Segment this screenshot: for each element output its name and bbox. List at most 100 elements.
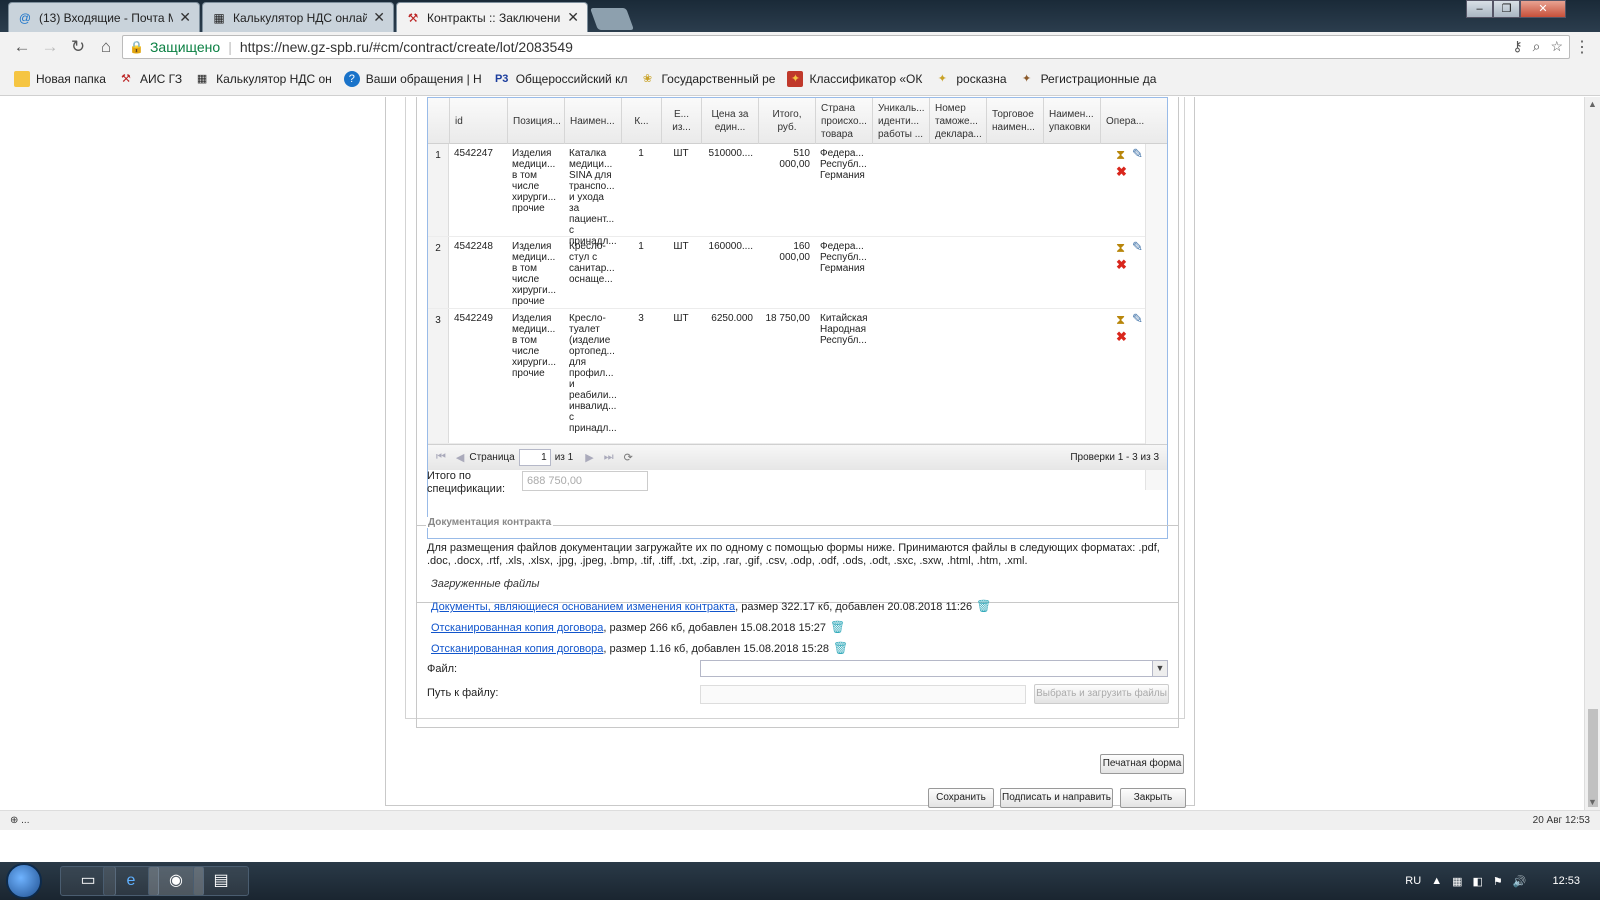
reload-icon[interactable]: ↻ [64, 37, 92, 57]
cell-country: Китайская Народная Республ... [820, 313, 868, 346]
file-path-input[interactable] [700, 685, 1026, 704]
forward-icon[interactable]: → [36, 37, 64, 57]
file-link[interactable]: Отсканированная копия договора [431, 622, 603, 634]
column-header[interactable]: Опера... [1100, 98, 1145, 144]
star-icon[interactable]: ☆ [1550, 38, 1563, 55]
language-indicator[interactable]: RU [1405, 875, 1421, 887]
column-header[interactable]: Наимен... [564, 98, 621, 144]
scroll-up-icon[interactable]: ▲ [1588, 99, 1597, 109]
file-type-select[interactable]: ▼ [700, 660, 1168, 677]
folders-icon[interactable]: ▤ [193, 866, 249, 896]
tray-arrow-icon[interactable]: ▲ [1431, 875, 1442, 887]
edit-pencil-icon[interactable]: ✎ [1132, 240, 1143, 254]
first-page-icon[interactable]: ⏮ [436, 451, 446, 464]
separator: | [228, 39, 232, 55]
zoom-icon[interactable]: ⌕ [1533, 38, 1541, 55]
row-operations: ⧗ ✎ ✖ [1116, 147, 1146, 188]
tab-contracts[interactable]: ⚒ Контракты :: Заключени ✕ [396, 2, 588, 32]
tab-mail[interactable]: @ (13) Входящие - Почта M ✕ [8, 2, 200, 32]
address-bar: ← → ↻ ⌂ 🔒 Защищено | https://new.gz-spb.… [0, 32, 1600, 62]
bookmarks-bar: Новая папка ⚒ АИС ГЗ ▦ Калькулятор НДС он … [0, 62, 1600, 96]
bookmark-item[interactable]: ▦ Калькулятор НДС он [194, 71, 332, 87]
column-header[interactable]: Страна происхо... товара [815, 98, 872, 144]
flag-icon[interactable]: ⚑ [1493, 875, 1503, 888]
delete-icon[interactable]: ✖ [1116, 258, 1127, 272]
page-number-input[interactable]: 1 [518, 449, 551, 466]
bookmark-item[interactable]: ❀ Государственный ре [639, 71, 776, 87]
table-row[interactable]: 4542248 Изделия медици... в том числе хи… [428, 237, 1145, 309]
edit-pencil-icon[interactable]: ✎ [1132, 312, 1143, 326]
last-page-icon[interactable]: ⏭ [604, 451, 614, 464]
spool-icon[interactable]: ⧗ [1116, 241, 1125, 255]
url-input[interactable]: 🔒 Защищено | https://new.gz-spb.ru/#cm/c… [122, 35, 1570, 59]
grid-header: id Позиция... Наимен... К... Е... из... … [428, 98, 1167, 144]
close-tab-icon[interactable]: ✕ [373, 9, 385, 26]
next-page-icon[interactable]: ▶ [585, 451, 593, 464]
prev-page-icon[interactable]: ◀ [456, 451, 464, 464]
delete-icon[interactable]: ✖ [1116, 330, 1127, 344]
spool-icon[interactable]: ⧗ [1116, 313, 1125, 327]
cell-country: Федера... Республ... Германия [820, 148, 867, 181]
bookmark-item[interactable]: Новая папка [14, 70, 106, 87]
minimize-icon[interactable]: – [1466, 0, 1493, 18]
cell-total: 510 000,00 [779, 148, 810, 170]
page-scrollbar[interactable]: ▲ ▼ [1584, 97, 1600, 810]
scrollbar-thumb[interactable] [1588, 709, 1598, 807]
grid-scrollbar[interactable] [1145, 144, 1167, 490]
close-tab-icon[interactable]: ✕ [567, 9, 579, 26]
trash-icon[interactable]: 🗑 [976, 599, 991, 613]
spool-icon[interactable]: ⧗ [1116, 148, 1125, 162]
trash-icon[interactable]: 🗑 [830, 620, 845, 634]
registry-icon: ❀ [642, 73, 653, 85]
column-header[interactable]: Итого, руб. [758, 98, 815, 144]
start-button[interactable] [6, 863, 42, 899]
maximize-icon[interactable]: ❐ [1493, 0, 1520, 18]
clock[interactable]: 12:53 [1552, 875, 1580, 887]
new-tab-button[interactable] [589, 8, 635, 30]
column-header[interactable]: id [449, 98, 507, 144]
column-header[interactable]: Уникаль... иденти... работы ... [872, 98, 929, 144]
upload-files-button[interactable]: Выбрать и загрузить файлы [1034, 684, 1169, 704]
bookmark-item[interactable]: ✦ Регистрационные да [1019, 71, 1157, 87]
column-header[interactable]: Номер таможе... деклара... [929, 98, 986, 144]
home-icon[interactable]: ⌂ [92, 37, 120, 57]
bookmark-item[interactable]: ⚒ АИС ГЗ [118, 71, 182, 87]
menu-icon[interactable]: ⋮ [1574, 37, 1590, 57]
network-icon[interactable]: ▦ [1452, 875, 1462, 888]
key-icon[interactable]: ⚷ [1512, 38, 1522, 55]
trash-icon[interactable]: 🗑 [833, 641, 848, 655]
app-tray-icon[interactable]: ◧ [1472, 875, 1482, 888]
close-button[interactable]: Закрыть [1120, 788, 1186, 808]
edit-pencil-icon[interactable]: ✎ [1132, 147, 1143, 161]
save-button[interactable]: Сохранить [928, 788, 994, 808]
table-row[interactable]: 4542247 Изделия медици... в том числе хи… [428, 144, 1146, 247]
cell-name: Каталка медици... SINA для транспо... и … [569, 148, 617, 247]
uploaded-file-item: Документы, являющиеся основанием изменен… [431, 599, 991, 613]
close-window-icon[interactable]: ✕ [1520, 0, 1566, 18]
back-icon[interactable]: ← [8, 37, 36, 57]
bookmark-item[interactable]: ✦ росказна [934, 71, 1007, 87]
column-header[interactable]: К... [621, 98, 661, 144]
table-row[interactable]: 4542249 Изделия медици... в том числе хи… [428, 309, 1145, 444]
column-header[interactable]: Наимен... упаковки [1043, 98, 1100, 144]
volume-icon[interactable]: 🔊 [1513, 875, 1527, 888]
sign-and-send-button[interactable]: Подписать и направить [1000, 788, 1113, 808]
column-header[interactable]: Торговое наимен... [986, 98, 1043, 144]
bookmark-item[interactable]: P3 Общероссийский кл [494, 71, 627, 87]
file-link[interactable]: Отсканированная копия договора [431, 643, 603, 655]
close-tab-icon[interactable]: ✕ [179, 9, 191, 26]
bookmark-item[interactable]: ✦ Классификатор «ОК [787, 70, 922, 87]
scroll-down-icon[interactable]: ▼ [1588, 797, 1597, 807]
column-header[interactable]: Е... из... [661, 98, 701, 144]
print-form-button[interactable]: Печатная форма [1100, 754, 1184, 774]
refresh-icon[interactable]: ⟳ [624, 451, 633, 464]
file-link[interactable]: Документы, являющиеся основанием изменен… [431, 601, 735, 613]
chevron-down-icon[interactable]: ▼ [1152, 661, 1167, 676]
tab-vat-calculator[interactable]: ▦ Калькулятор НДС онлай ✕ [202, 2, 394, 32]
spec-total-field: 688 750,00 [522, 471, 648, 491]
column-header[interactable]: Цена за един... [701, 98, 758, 144]
bookmark-item[interactable]: ? Ваши обращения | Н [343, 70, 482, 87]
delete-icon[interactable]: ✖ [1116, 165, 1127, 179]
emblem-icon: ✦ [937, 73, 947, 85]
column-header[interactable]: Позиция... [507, 98, 564, 144]
